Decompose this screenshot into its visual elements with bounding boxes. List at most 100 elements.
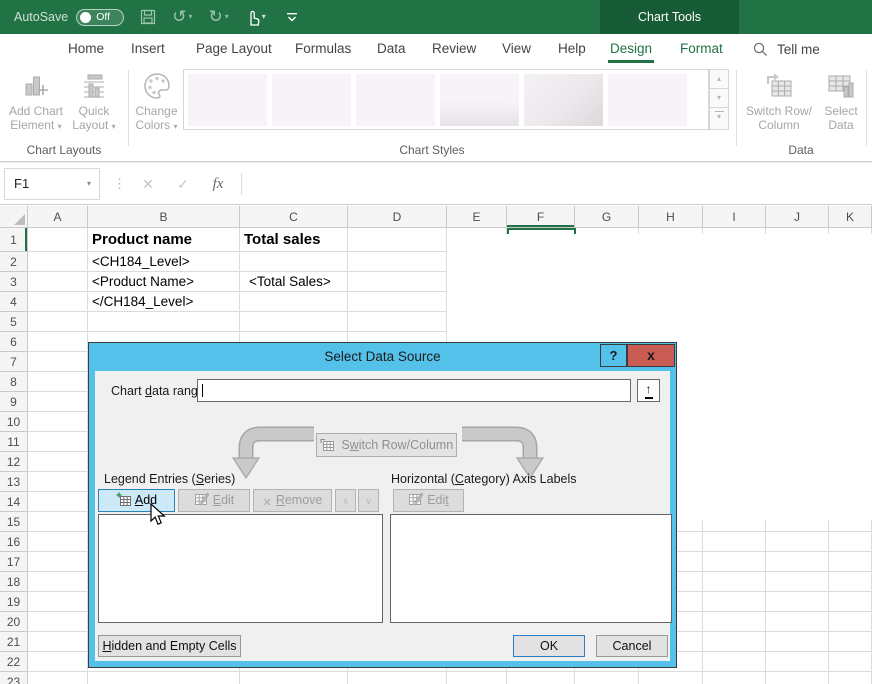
cell-C2[interactable] (240, 252, 348, 272)
row-header-19[interactable]: 19 (0, 592, 28, 612)
cell-B23[interactable] (88, 672, 240, 684)
formula-input[interactable] (246, 168, 872, 200)
select-all-corner[interactable] (0, 206, 28, 228)
quick-layout-button[interactable]: Quick Layout ▾ (66, 68, 122, 134)
column-header-E[interactable]: E (447, 206, 507, 228)
chart-style-thumbnail[interactable] (524, 74, 603, 126)
tab-format[interactable]: Format (680, 34, 723, 64)
cell-J21[interactable] (766, 632, 829, 652)
cell-A11[interactable] (28, 432, 88, 452)
cell-D23[interactable] (348, 672, 447, 684)
tab-formulas[interactable]: Formulas (295, 34, 351, 64)
column-header-C[interactable]: C (240, 206, 348, 228)
cell-A15[interactable] (28, 512, 88, 532)
column-header-I[interactable]: I (703, 206, 766, 228)
chart-style-thumbnail[interactable] (608, 74, 687, 126)
cell-C3[interactable]: <Total Sales> (240, 272, 348, 292)
column-header-F[interactable]: F (507, 206, 575, 228)
cell-C4[interactable] (240, 292, 348, 312)
save-button[interactable] (140, 9, 156, 25)
cell-I21[interactable] (703, 632, 766, 652)
cell-A10[interactable] (28, 412, 88, 432)
cell-A19[interactable] (28, 592, 88, 612)
cell-I23[interactable] (703, 672, 766, 684)
cell-J16[interactable] (766, 532, 829, 552)
dialog-help-button[interactable]: ? (600, 344, 627, 367)
cell-A4[interactable] (28, 292, 88, 312)
cell-A20[interactable] (28, 612, 88, 632)
chart-style-thumbnail[interactable] (440, 74, 519, 126)
ok-button[interactable]: OK (513, 635, 585, 657)
name-box[interactable]: F1 ▾ (4, 168, 100, 200)
tab-design[interactable]: Design (610, 34, 652, 64)
row-header-1[interactable]: 1 (0, 228, 28, 252)
cell-D5[interactable] (348, 312, 447, 332)
cell-I19[interactable] (703, 592, 766, 612)
cell-A1[interactable] (28, 228, 88, 252)
cell-B5[interactable] (88, 312, 240, 332)
tab-review[interactable]: Review (432, 34, 476, 64)
cell-K20[interactable] (829, 612, 872, 632)
row-header-11[interactable]: 11 (0, 432, 28, 452)
autosave-toggle[interactable]: Off (76, 9, 124, 26)
cancel-entry-button[interactable]: ✕ (133, 168, 163, 200)
cell-D4[interactable] (348, 292, 447, 312)
cell-A17[interactable] (28, 552, 88, 572)
cell-A16[interactable] (28, 532, 88, 552)
add-chart-element-button[interactable]: Add Chart Element ▾ (6, 68, 66, 134)
column-header-H[interactable]: H (639, 206, 703, 228)
column-header-J[interactable]: J (766, 206, 829, 228)
gallery-scroll-down-button[interactable]: ▾ (709, 88, 729, 108)
cell-B3[interactable]: <Product Name> (88, 272, 240, 292)
row-header-16[interactable]: 16 (0, 532, 28, 552)
row-header-23[interactable]: 23 (0, 672, 28, 684)
cell-A8[interactable] (28, 372, 88, 392)
row-header-15[interactable]: 15 (0, 512, 28, 532)
cell-A14[interactable] (28, 492, 88, 512)
chart-data-range-input[interactable] (197, 379, 631, 402)
cell-K19[interactable] (829, 592, 872, 612)
row-header-6[interactable]: 6 (0, 332, 28, 352)
row-header-9[interactable]: 9 (0, 392, 28, 412)
cell-A6[interactable] (28, 332, 88, 352)
cell-B2[interactable]: <CH184_Level> (88, 252, 240, 272)
column-header-B[interactable]: B (88, 206, 240, 228)
cell-I16[interactable] (703, 532, 766, 552)
hidden-and-empty-cells-button[interactable]: Hidden and Empty Cells (98, 635, 241, 657)
collapse-dialog-button[interactable]: ↑ (637, 379, 660, 402)
cell-J17[interactable] (766, 552, 829, 572)
cell-K18[interactable] (829, 572, 872, 592)
cell-A18[interactable] (28, 572, 88, 592)
cell-A5[interactable] (28, 312, 88, 332)
cell-I20[interactable] (703, 612, 766, 632)
customize-qat-button[interactable] (286, 11, 298, 23)
enter-entry-button[interactable]: ✓ (168, 168, 198, 200)
cell-J23[interactable] (766, 672, 829, 684)
chart-style-thumbnail[interactable] (356, 74, 435, 126)
cell-C5[interactable] (240, 312, 348, 332)
tab-home[interactable]: Home (68, 34, 104, 64)
column-header-D[interactable]: D (348, 206, 447, 228)
tab-insert[interactable]: Insert (131, 34, 165, 64)
cell-D3[interactable] (348, 272, 447, 292)
row-header-10[interactable]: 10 (0, 412, 28, 432)
tab-view[interactable]: View (502, 34, 531, 64)
cell-A3[interactable] (28, 272, 88, 292)
cell-I22[interactable] (703, 652, 766, 672)
cell-A7[interactable] (28, 352, 88, 372)
dialog-switch-row-column-button[interactable]: Switch Row/Column (316, 433, 457, 457)
row-header-13[interactable]: 13 (0, 472, 28, 492)
cell-I17[interactable] (703, 552, 766, 572)
undo-button[interactable]: ↺ ▾ (172, 0, 192, 34)
switch-row-column-button[interactable]: Switch Row/ Column (741, 68, 817, 132)
select-data-button[interactable]: Select Data (818, 68, 864, 132)
cell-D1[interactable] (348, 228, 447, 252)
row-header-12[interactable]: 12 (0, 452, 28, 472)
redo-button[interactable]: ↻ ▾ (208, 0, 228, 34)
row-header-14[interactable]: 14 (0, 492, 28, 512)
cell-K21[interactable] (829, 632, 872, 652)
edit-axis-labels-button[interactable]: Edit (393, 489, 464, 512)
cell-I18[interactable] (703, 572, 766, 592)
cell-K23[interactable] (829, 672, 872, 684)
row-header-20[interactable]: 20 (0, 612, 28, 632)
